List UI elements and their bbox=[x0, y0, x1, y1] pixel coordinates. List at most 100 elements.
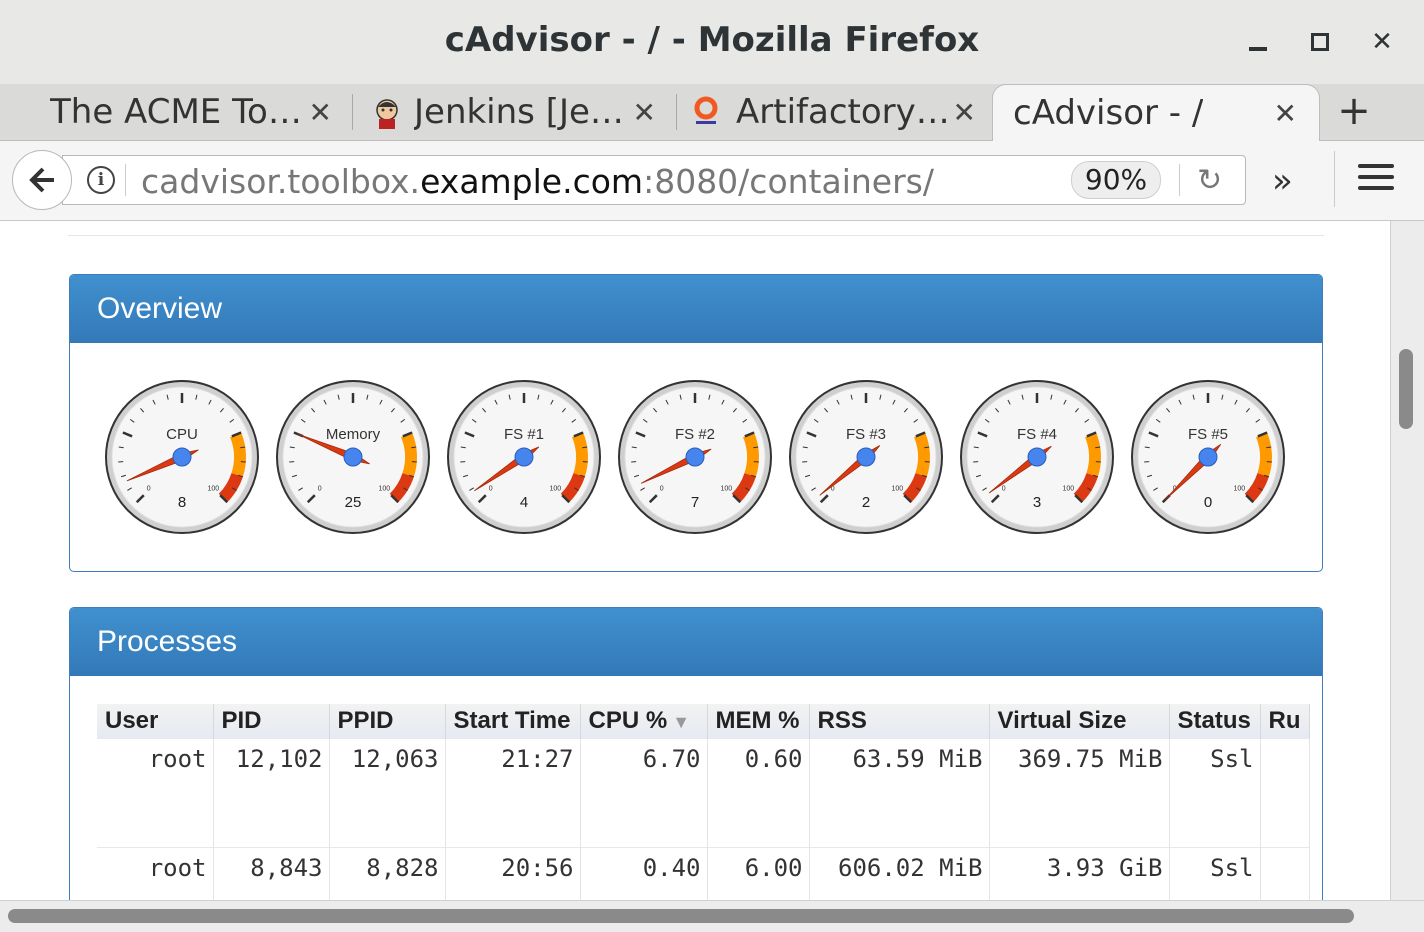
gauge-yellow-band bbox=[229, 432, 246, 477]
column-header-start-time[interactable]: Start Time bbox=[445, 704, 581, 739]
table-row[interactable]: root 8,843 8,828 20:56 0.40 6.00 606.02 MiB 3.9… bbox=[97, 847, 1310, 900]
column-header-pid[interactable]: PID bbox=[213, 704, 330, 739]
gauge-min-label: 0 bbox=[660, 485, 664, 492]
gauge-needle-hub bbox=[856, 447, 876, 467]
url-text[interactable]: cadvisor.toolbox.example.com:8080/contai… bbox=[141, 162, 934, 201]
gauge-max-label: 100 bbox=[892, 485, 904, 492]
horizontal-scrollbar[interactable] bbox=[0, 900, 1424, 932]
table-cell: 3.93 GiB bbox=[989, 847, 1170, 900]
gauge-max-label: 100 bbox=[550, 485, 562, 492]
gauge-fs-3: FS #3 0 100 2 bbox=[788, 379, 944, 535]
gauge-label: FS #1 bbox=[504, 426, 544, 443]
title-bar: cAdvisor - / - Mozilla Firefox ✕ bbox=[0, 0, 1424, 85]
gauge-fs-4: FS #4 0 100 3 bbox=[959, 379, 1115, 535]
gauge-max-label: 100 bbox=[208, 485, 220, 492]
table-cell: 6.70 bbox=[580, 738, 708, 848]
tab-cadvisor[interactable]: cAdvisor - / ✕ bbox=[992, 84, 1320, 141]
reload-icon[interactable]: ↻ bbox=[1197, 163, 1222, 198]
back-button[interactable] bbox=[12, 150, 72, 210]
info-icon[interactable]: i bbox=[87, 166, 115, 194]
processes-panel: Processes User PID PPID Start Time CPU % ▼ ME… bbox=[69, 607, 1323, 900]
tab-label: Artifactory… bbox=[736, 92, 950, 132]
table-cell: 6.00 bbox=[707, 847, 810, 900]
tab-jenkins[interactable]: Jenkins [Je… ✕ bbox=[360, 84, 670, 140]
url-domain: example.com bbox=[420, 162, 644, 201]
overflow-chevron-icon[interactable]: » bbox=[1272, 161, 1293, 201]
tab-close-icon[interactable]: ✕ bbox=[309, 96, 332, 129]
table-cell: root bbox=[97, 847, 214, 900]
table-cell: 12,063 bbox=[329, 738, 446, 848]
url-divider bbox=[1179, 164, 1180, 196]
column-header-mem[interactable]: MEM % bbox=[707, 704, 810, 739]
back-arrow-icon bbox=[29, 167, 54, 193]
column-header-virtual-size[interactable]: Virtual Size bbox=[989, 704, 1170, 739]
table-cell: 0.40 bbox=[580, 847, 708, 900]
table-cell: 8,828 bbox=[329, 847, 446, 900]
gauge-needle-hub bbox=[172, 447, 192, 467]
hamburger-menu-icon[interactable] bbox=[1358, 164, 1394, 197]
browser-window: cAdvisor - / - Mozilla Firefox ✕ The ACM… bbox=[0, 0, 1424, 932]
gauge-yellow-band bbox=[1255, 432, 1272, 477]
table-cell: root bbox=[97, 738, 214, 848]
processes-table: User PID PPID Start Time CPU % ▼ MEM % RSS Virt… bbox=[97, 704, 1310, 900]
column-header-ppid[interactable]: PPID bbox=[329, 704, 446, 739]
new-tab-button[interactable]: + bbox=[1334, 91, 1374, 132]
gauge-fs-1: FS #1 0 100 4 bbox=[446, 379, 602, 535]
divider bbox=[68, 235, 1324, 236]
processes-title: Processes bbox=[70, 608, 1322, 676]
tab-strip: The ACME To… ✕ Jenkins [Je… ✕ Artifactor… bbox=[0, 84, 1424, 141]
table-cell: 606.02 MiB bbox=[809, 847, 990, 900]
table-cell: 63.59 MiB bbox=[809, 738, 990, 848]
zoom-indicator[interactable]: 90% bbox=[1071, 161, 1161, 199]
vertical-scroll-thumb[interactable] bbox=[1399, 349, 1413, 429]
gauge-fs-5: FS #501000 bbox=[1130, 379, 1286, 535]
minimize-icon[interactable] bbox=[1242, 26, 1274, 58]
gauge-needle-hub bbox=[343, 447, 363, 467]
maximize-icon[interactable] bbox=[1304, 26, 1336, 58]
url-suffix: :8080/containers/ bbox=[643, 162, 934, 201]
gauge-value: 7 bbox=[691, 494, 699, 511]
url-bar[interactable]: i cadvisor.toolbox.example.com:8080/cont… bbox=[62, 155, 1246, 205]
tab-close-icon[interactable]: ✕ bbox=[953, 96, 976, 129]
gauge-label: FS #2 bbox=[675, 426, 715, 443]
column-header-user[interactable]: User bbox=[97, 704, 214, 739]
table-cell: 369.75 MiB bbox=[989, 738, 1170, 848]
tab-label: The ACME To… bbox=[50, 92, 302, 132]
column-header-cpu[interactable]: CPU % ▼ bbox=[580, 704, 708, 739]
column-header-status[interactable]: Status bbox=[1169, 704, 1261, 739]
gauge-value: 25 bbox=[345, 494, 362, 511]
gauge-dial: CPU 0 100 8 bbox=[105, 380, 259, 534]
gauge-value: 0 bbox=[1204, 494, 1212, 511]
gauge-max-label: 100 bbox=[1234, 485, 1246, 492]
table-cell: 20:56 bbox=[445, 847, 581, 900]
gauge-min-label: 0 bbox=[318, 485, 322, 492]
tab-close-icon[interactable]: ✕ bbox=[633, 96, 656, 129]
column-header-rss[interactable]: RSS bbox=[809, 704, 990, 739]
tab-separator bbox=[676, 94, 677, 130]
vertical-scrollbar[interactable] bbox=[1390, 221, 1424, 900]
table-row[interactable]: root 12,102 12,063 21:27 6.70 0.60 63.59 MiB 36… bbox=[97, 738, 1310, 848]
sort-desc-icon[interactable]: ▼ bbox=[667, 712, 690, 732]
gauge-min-label: 0 bbox=[1002, 485, 1006, 492]
horizontal-scroll-thumb[interactable] bbox=[8, 909, 1354, 923]
table-cell bbox=[1260, 847, 1310, 900]
tab-close-icon[interactable]: ✕ bbox=[1274, 97, 1297, 130]
gauge-needle-hub bbox=[1027, 447, 1047, 467]
gauge-yellow-band bbox=[913, 432, 930, 477]
tab-separator bbox=[352, 94, 353, 130]
table-cell: 8,843 bbox=[213, 847, 330, 900]
gauge-label: FS #4 bbox=[1017, 426, 1057, 443]
gauge-min-label: 0 bbox=[489, 485, 493, 492]
url-prefix: cadvisor.toolbox. bbox=[141, 162, 421, 201]
toolbar-divider bbox=[1334, 151, 1335, 207]
tab-acme[interactable]: The ACME To… ✕ bbox=[30, 84, 346, 140]
gauge-label: CPU bbox=[166, 426, 198, 443]
column-header-ru[interactable]: Ru bbox=[1260, 704, 1310, 739]
gauge-max-label: 100 bbox=[721, 485, 733, 492]
gauge-value: 8 bbox=[178, 494, 186, 511]
gauge-dial: FS #2 0 100 7 bbox=[618, 380, 772, 534]
close-window-icon[interactable]: ✕ bbox=[1366, 26, 1398, 58]
gauge-fs-2: FS #2 0 100 7 bbox=[617, 379, 773, 535]
gauge-needle-hub bbox=[514, 447, 534, 467]
tab-artifactory[interactable]: Artifactory… ✕ bbox=[684, 84, 990, 140]
